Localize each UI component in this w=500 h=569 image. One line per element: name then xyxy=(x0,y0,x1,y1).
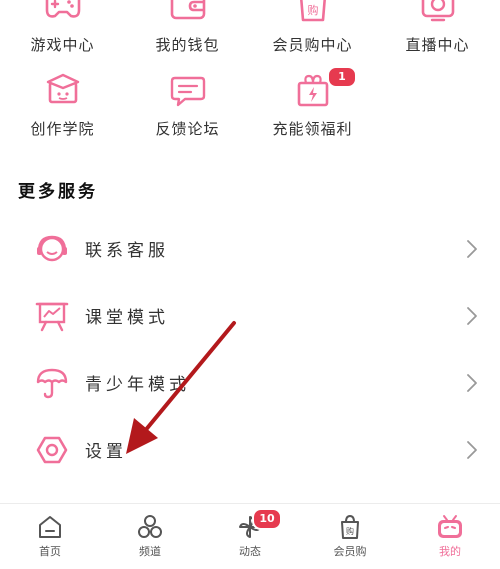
nav-label: 会员购 xyxy=(333,545,367,558)
nav-label: 我的 xyxy=(439,545,461,558)
grid-item-charge-rewards[interactable]: 1 充能领福利 xyxy=(250,66,375,152)
nav-item-channels[interactable]: 频道 xyxy=(100,504,200,569)
list-item-classroom-mode[interactable]: 课堂模式 xyxy=(0,282,500,349)
svg-text:购: 购 xyxy=(346,526,354,536)
shopping-bag-icon: 购 xyxy=(299,0,326,22)
live-tv-icon xyxy=(421,0,454,22)
gift-box-icon xyxy=(297,74,328,107)
grid-item-label: 直播中心 xyxy=(405,36,470,54)
graduation-cap-icon xyxy=(46,73,79,104)
list-item-label: 设置 xyxy=(85,442,127,462)
list-item-youth-mode[interactable]: 青少年模式 xyxy=(0,349,500,416)
grid-item-feedback-forum[interactable]: 反馈论坛 xyxy=(125,72,250,152)
chevron-right-icon xyxy=(467,239,477,258)
nav-label: 动态 xyxy=(239,545,261,558)
list-item-label: 青少年模式 xyxy=(85,375,190,395)
grid-item-member-shop-center[interactable]: 购 会员购中心 xyxy=(250,0,375,60)
service-grid-row-2: 创作学院 反馈论坛 1 充能领福利 xyxy=(0,66,500,152)
wallet-icon xyxy=(170,0,205,20)
grid-item-wallet[interactable]: 我的钱包 xyxy=(125,0,250,60)
list-item-label: 课堂模式 xyxy=(85,308,169,328)
umbrella-icon xyxy=(36,368,68,398)
chevron-right-icon xyxy=(467,440,477,459)
settings-hexagon-icon xyxy=(36,436,68,463)
shopping-bag-icon: 购 xyxy=(341,514,359,539)
gamepad-icon xyxy=(45,0,80,18)
section-title: 更多服务 xyxy=(18,182,98,202)
tv-mascot-icon xyxy=(438,515,462,538)
nav-item-home[interactable]: 首页 xyxy=(0,504,100,569)
list-item-label: 联系客服 xyxy=(85,241,169,261)
list-item-contact-support[interactable]: 联系客服 xyxy=(0,215,500,282)
grid-item-label: 创作学院 xyxy=(30,120,95,138)
grid-item-label: 游戏中心 xyxy=(30,36,95,54)
presentation-board-icon xyxy=(35,302,69,331)
nav-label: 首页 xyxy=(39,545,61,558)
chevron-right-icon xyxy=(467,373,477,392)
service-grid-row-1: 游戏中心 我的钱包 购 会员购中心 直播中心 xyxy=(0,0,500,60)
chat-bubble-icon xyxy=(170,76,205,107)
grid-item-creator-academy[interactable]: 创作学院 xyxy=(0,72,125,152)
nav-label: 频道 xyxy=(139,545,161,558)
grid-item-game-center[interactable]: 游戏中心 xyxy=(0,0,125,60)
chevron-right-icon xyxy=(467,306,477,325)
channels-icon xyxy=(138,515,162,538)
nav-item-member-shop[interactable]: 购 会员购 xyxy=(300,504,400,569)
home-icon xyxy=(39,516,61,538)
grid-item-label: 我的钱包 xyxy=(155,36,220,54)
more-services-list: 联系客服 课堂模式 青少年模式 设置 xyxy=(0,215,500,483)
svg-text:购: 购 xyxy=(307,3,318,17)
bottom-navigation: 首页 频道 10 动态 购 会员购 我的 xyxy=(0,503,500,569)
nav-item-mine[interactable]: 我的 xyxy=(400,504,500,569)
grid-item-live-center[interactable]: 直播中心 xyxy=(375,0,500,60)
list-item-settings[interactable]: 设置 xyxy=(0,416,500,483)
grid-item-label: 充能领福利 xyxy=(272,120,353,138)
notification-badge: 1 xyxy=(327,66,357,88)
grid-item-label: 会员购中心 xyxy=(272,36,353,54)
headset-icon xyxy=(37,235,67,261)
notification-badge: 10 xyxy=(252,508,282,530)
nav-item-dynamics[interactable]: 10 动态 xyxy=(200,504,300,569)
grid-item-label: 反馈论坛 xyxy=(155,120,220,138)
